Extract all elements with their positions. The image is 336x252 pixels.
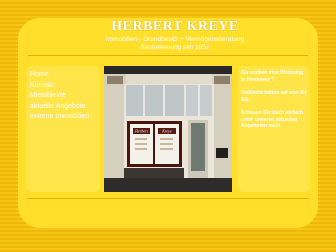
shop-sign-right: Kreye bbox=[161, 129, 172, 134]
nav-item-aktuelle-angebote[interactable]: aktuelle Angebote bbox=[30, 102, 100, 113]
tagline-line-2: Baubetreuung seit 1952 bbox=[140, 44, 210, 51]
tagline-line-1: Immobilien-, Grundbesitz + Vermögensbera… bbox=[105, 36, 245, 43]
nav-item-mietobjekte[interactable]: Mietobjekte bbox=[30, 91, 100, 102]
main-nav: Home Kontakt Mietobjekte aktuelle Angebo… bbox=[26, 66, 100, 192]
info-question: Sie suchen eine Wohnung in Hannover ? bbox=[241, 70, 304, 83]
info-cta: Schauen Sie doch einfach unter unseren a… bbox=[241, 110, 303, 129]
header: HERBERT KREYE Immobilien-, Grundbesitz +… bbox=[0, 0, 336, 60]
info-offer: Vielleicht hätten wir was für Sie. bbox=[241, 90, 307, 103]
storefront-illustration: Herbert Kreye bbox=[104, 66, 232, 192]
nav-item-home[interactable]: Home bbox=[30, 70, 100, 81]
storefront-photo: Herbert Kreye bbox=[104, 66, 232, 192]
bottom-divider bbox=[28, 198, 308, 199]
brand-title: HERBERT KREYE bbox=[111, 19, 239, 34]
nav-item-externe-immobilien[interactable]: externe Immobilien bbox=[30, 112, 100, 123]
shop-sign-left: Herbert bbox=[134, 129, 149, 134]
top-divider bbox=[28, 55, 308, 56]
nav-item-kontakt[interactable]: Kontakt bbox=[30, 81, 100, 92]
info-panel: Sie suchen eine Wohnung in Hannover ? Vi… bbox=[238, 66, 310, 192]
